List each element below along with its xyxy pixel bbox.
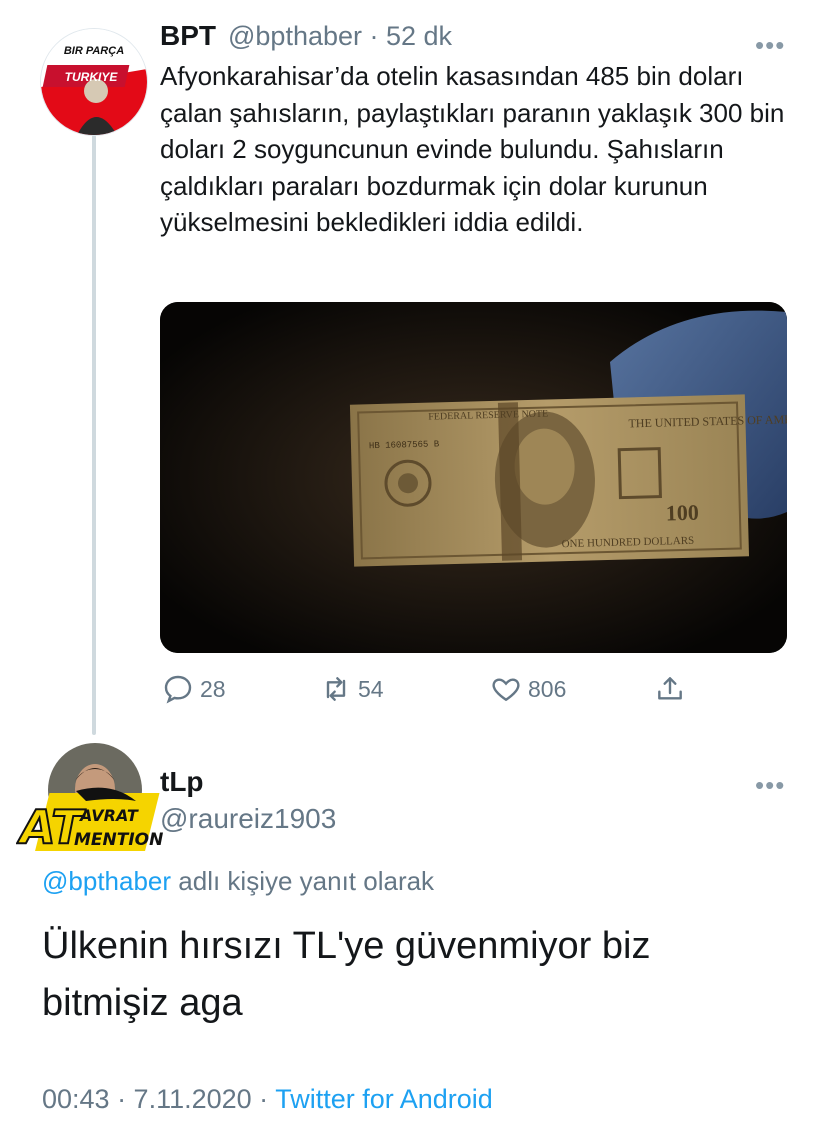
reply-text: Ülkenin hırsızı TL'ye güvenmiyor biz bit… [42,925,651,1024]
avatar-text-bottom: TURKIYE [65,70,119,84]
like-count: 806 [528,675,567,702]
avatar-image: BIR PARÇA TURKIYE [41,29,147,135]
tweet-meta: 00:43 · 7.11.2020 · Twitter for Android [42,1084,493,1115]
thread-connector [92,135,96,735]
tweet-media[interactable]: THE UNITED STATES OF AMERICA FEDERAL RES… [160,302,787,653]
heart-icon [492,678,520,702]
tweet-source-link[interactable]: Twitter for Android [275,1084,493,1114]
reply-display-name[interactable]: tLp [160,766,204,798]
retweet-icon [326,677,346,701]
reply-button[interactable]: 28 [162,672,226,706]
tweet-text: Afyonkarahisar’da otelin kasasından 485 … [160,61,785,237]
avatar-badge: AT AVRAT MENTION [16,783,166,863]
like-button[interactable]: 806 [490,672,566,706]
replying-mention-link[interactable]: @bpthaber [42,866,171,896]
reply-handle[interactable]: @raureiz1903 [160,803,336,835]
replying-to: @bpthaber adlı kişiye yanıt olarak [42,866,434,897]
reply-icon [164,675,192,704]
avatar[interactable]: BIR PARÇA TURKIYE [40,28,148,136]
tweet-timestamp[interactable]: 00:43 · 7.11.2020 · [42,1084,275,1114]
display-name[interactable]: BPT [160,20,216,52]
media-image: THE UNITED STATES OF AMERICA FEDERAL RES… [160,302,787,653]
more-icon[interactable]: ••• [755,30,785,61]
note-denomination: 100 [666,500,700,526]
reply-count: 28 [200,675,226,702]
retweet-count: 54 [358,675,384,702]
badge-line2: MENTION [74,830,163,850]
avatar-text-top: BIR PARÇA [64,45,124,57]
more-icon[interactable]: ••• [755,770,785,801]
note-serial: HB 16087565 B [369,439,440,451]
retweet-button[interactable]: 54 [320,672,384,706]
share-button[interactable] [654,672,686,706]
handle-and-time[interactable]: @bpthaber · 52 dk [228,21,452,52]
replying-suffix: adlı kişiye yanıt olarak [171,866,435,896]
badge-line1: AVRAT [78,806,139,825]
share-icon [658,677,682,700]
